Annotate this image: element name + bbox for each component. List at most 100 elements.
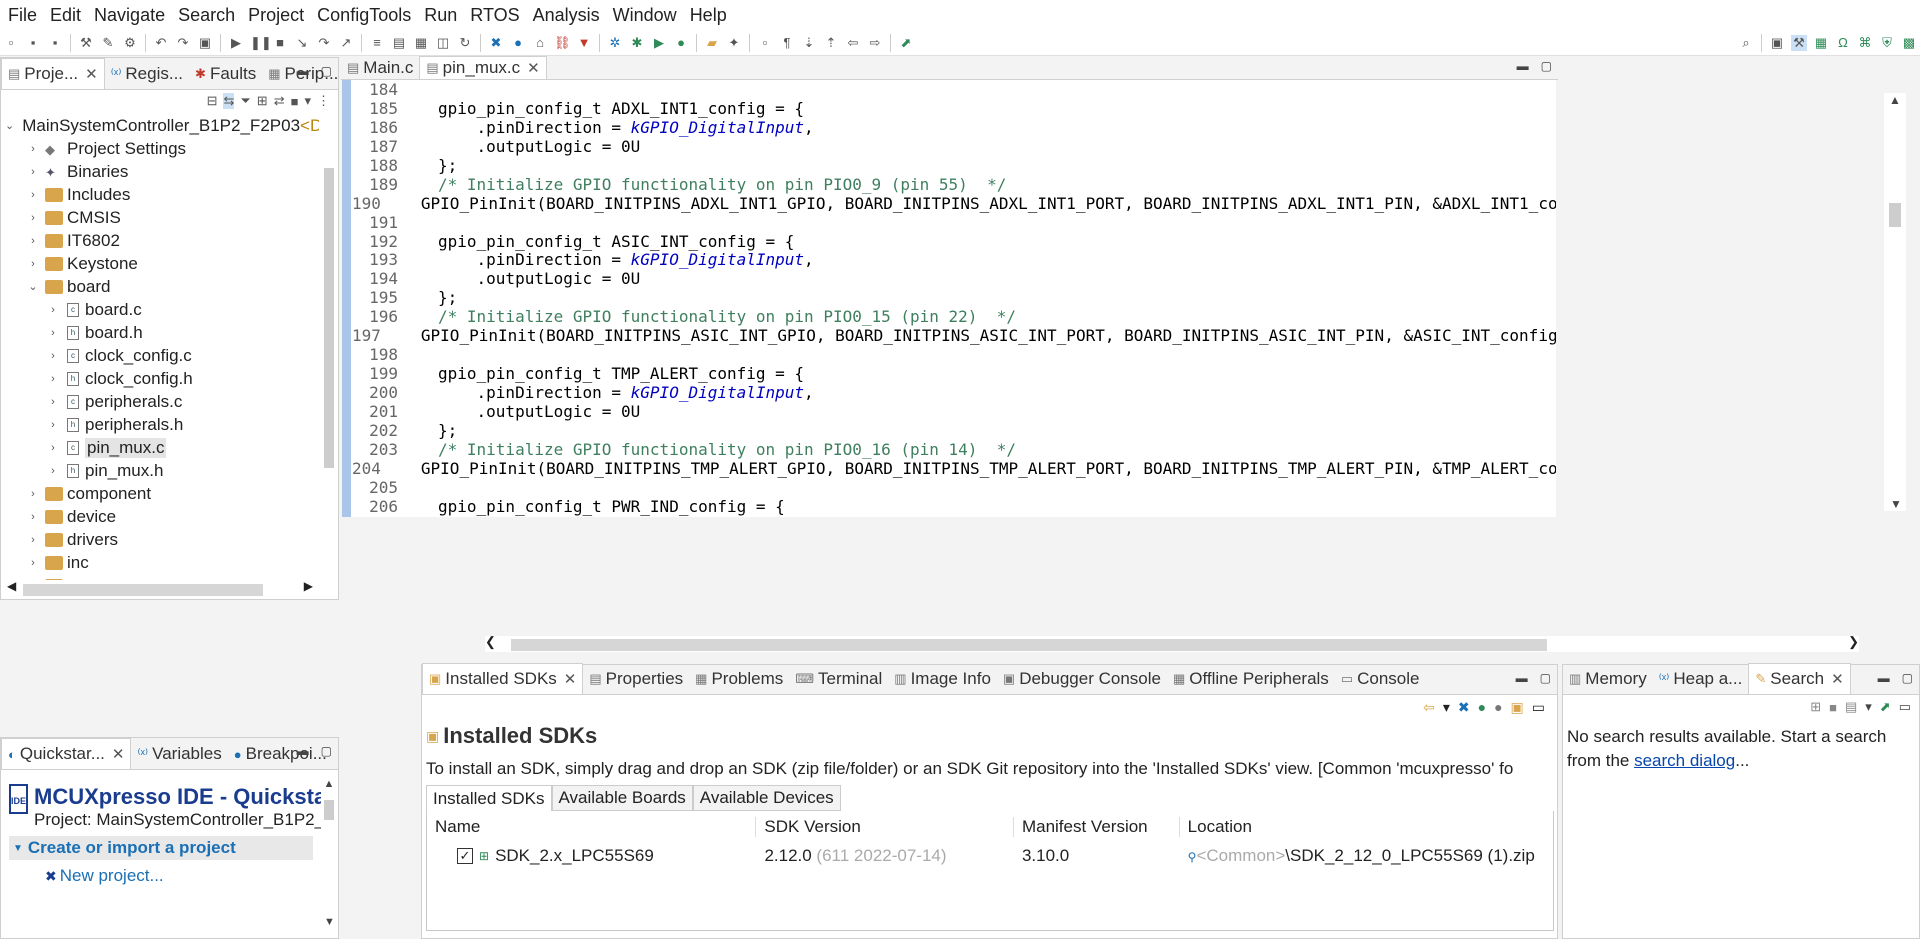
menu-window[interactable]: Window bbox=[608, 5, 682, 26]
collapse-all-icon[interactable]: ⊟ bbox=[207, 93, 218, 109]
tree-item[interactable]: › inc bbox=[1, 551, 319, 574]
table-row[interactable]: ✓ ⊞ SDK_2.x_LPC55S69 2.12.0 (611 2022-07-14… bbox=[427, 843, 1553, 869]
save-all-icon[interactable]: ▪ bbox=[47, 35, 63, 51]
prev-annotation-icon[interactable]: ⇡ bbox=[823, 35, 839, 51]
dropdown-icon[interactable]: ▾ bbox=[1865, 699, 1872, 715]
chevron-right-icon[interactable]: › bbox=[45, 350, 61, 362]
chevron-right-icon[interactable]: › bbox=[25, 580, 41, 581]
chevron-down-icon[interactable]: ⌄ bbox=[5, 119, 14, 132]
tab-properties[interactable]: ▤ Properties bbox=[583, 664, 689, 694]
tab-problems[interactable]: ▦ Problems bbox=[689, 664, 789, 694]
forward-icon[interactable]: ⇨ bbox=[867, 35, 883, 51]
expand-icon[interactable]: ⊞ bbox=[1810, 699, 1821, 715]
bookmark-icon[interactable]: ▼ bbox=[576, 35, 592, 51]
sync-icon[interactable]: ⇄ bbox=[274, 93, 285, 109]
close-icon[interactable]: ✕ bbox=[527, 59, 540, 77]
tab-faults[interactable]: ✱ Faults bbox=[189, 59, 262, 89]
chevron-right-icon[interactable]: › bbox=[25, 258, 41, 270]
quickstart-vscrollbar[interactable]: ▲ ▼ bbox=[322, 778, 336, 928]
sdk-checkbox[interactable]: ✓ bbox=[457, 848, 473, 864]
close-icon[interactable]: ✕ bbox=[564, 670, 577, 688]
menu-file[interactable]: File bbox=[3, 5, 42, 26]
next-annotation-icon[interactable]: ⇣ bbox=[801, 35, 817, 51]
home-icon[interactable]: ⌂ bbox=[532, 35, 548, 51]
build-icon[interactable]: ⚒ bbox=[78, 35, 94, 51]
tree-item[interactable]: › Includes bbox=[1, 183, 319, 206]
bug-icon[interactable]: ✱ bbox=[629, 35, 645, 51]
close-icon[interactable]: ✕ bbox=[112, 745, 125, 763]
step-into-icon[interactable]: ↘ bbox=[294, 35, 310, 51]
dropdown-icon[interactable]: ▾ bbox=[1443, 699, 1450, 716]
chevron-right-icon[interactable]: › bbox=[45, 373, 61, 385]
external-tools-icon[interactable]: ● bbox=[673, 35, 689, 51]
link-icon[interactable]: ⛓ bbox=[554, 35, 571, 51]
external-link-icon[interactable]: ⬈ bbox=[898, 35, 914, 51]
refresh-icon[interactable]: ● bbox=[1494, 699, 1502, 715]
create-import-section[interactable]: ▼ Create or import a project bbox=[9, 836, 313, 860]
chevron-right-icon[interactable]: › bbox=[25, 212, 41, 224]
new-project-link[interactable]: ✖ New project... bbox=[9, 866, 313, 886]
step-return-icon[interactable]: ↗ bbox=[338, 35, 354, 51]
terminate-icon[interactable]: ■ bbox=[272, 35, 288, 51]
chevron-right-icon[interactable]: › bbox=[25, 143, 41, 155]
pin-icon[interactable]: ⬈ bbox=[1880, 699, 1891, 715]
tree-vscrollbar[interactable] bbox=[322, 168, 336, 578]
tree-item[interactable]: › h peripherals.h bbox=[1, 413, 319, 436]
clock-tool-icon[interactable]: ⌘ bbox=[1857, 35, 1873, 51]
back-icon[interactable]: ⇦ bbox=[845, 35, 861, 51]
minimize-icon[interactable]: ▬ bbox=[1878, 671, 1890, 685]
chevron-right-icon[interactable]: › bbox=[45, 442, 61, 454]
subtab-available-boards[interactable]: Available Boards bbox=[551, 785, 693, 811]
tab-registers[interactable]: ⁽ˣ⁾ Regis... bbox=[105, 59, 189, 89]
tree-item[interactable]: › ◆ Project Settings bbox=[1, 137, 319, 160]
menu-navigate[interactable]: Navigate bbox=[89, 5, 170, 26]
register-icon[interactable]: ▦ bbox=[413, 35, 429, 51]
minimize-icon[interactable]: ▬ bbox=[297, 744, 309, 758]
chevron-right-icon[interactable]: › bbox=[25, 557, 41, 569]
tab-image-info[interactable]: ▥ Image Info bbox=[888, 664, 997, 694]
editor-vscrollbar[interactable]: ▲ ▼ bbox=[1884, 93, 1906, 511]
instruction-step-icon[interactable]: ≡ bbox=[369, 35, 385, 51]
tab-installed-sdks[interactable]: ▣ Installed SDKs ✕ bbox=[422, 663, 584, 694]
minimize-icon[interactable]: ▬ bbox=[1516, 671, 1528, 685]
tab-variables[interactable]: ⁽ˣ⁾ Variables bbox=[131, 739, 227, 769]
open-folder-icon[interactable]: ▰ bbox=[704, 35, 720, 51]
tree-item[interactable]: › component bbox=[1, 482, 319, 505]
menu-configtools[interactable]: ConfigTools bbox=[312, 5, 416, 26]
chevron-right-icon[interactable]: › bbox=[45, 304, 61, 316]
layout-icon[interactable]: ⊞ bbox=[257, 93, 268, 109]
stop-icon[interactable]: ■ bbox=[291, 94, 299, 109]
chip-icon[interactable]: ▦ bbox=[1813, 35, 1829, 51]
debug-icon[interactable]: ▣ bbox=[197, 35, 213, 51]
view-menu-icon[interactable]: ▭ bbox=[1899, 699, 1911, 715]
gear-icon[interactable]: ✲ bbox=[607, 35, 623, 51]
pins-icon[interactable]: Ω bbox=[1835, 35, 1851, 51]
tree-item[interactable]: › c clock_config.c bbox=[1, 344, 319, 367]
tree-item[interactable]: › source bbox=[1, 574, 319, 580]
menu-search[interactable]: Search bbox=[173, 5, 240, 26]
column-header[interactable]: SDK Version bbox=[756, 817, 1014, 837]
tree-item[interactable]: › h pin_mux.h bbox=[1, 459, 319, 482]
tab-memory[interactable]: ▥ Memory bbox=[1563, 664, 1653, 694]
filter-icon[interactable]: ⏷ bbox=[240, 93, 250, 109]
tab-search[interactable]: ✎ Search ✕ bbox=[1748, 663, 1851, 694]
close-icon[interactable]: ✕ bbox=[85, 65, 98, 83]
editor-hscrollbar[interactable]: ❮ ❯ bbox=[485, 634, 1859, 652]
tab-terminal[interactable]: ⌨ Terminal bbox=[789, 664, 888, 694]
peripherals-tool-icon[interactable]: ▩ bbox=[1901, 35, 1917, 51]
redo-icon[interactable]: ↷ bbox=[175, 35, 191, 51]
tab-project-explorer[interactable]: ▤ Proje... ✕ bbox=[1, 58, 105, 89]
menu-rtos[interactable]: RTOS bbox=[465, 5, 524, 26]
tree-hscrollbar[interactable]: ◀ ▶ bbox=[1, 579, 319, 597]
run-icon[interactable]: ▶ bbox=[651, 35, 667, 51]
tree-item[interactable]: › CMSIS bbox=[1, 206, 319, 229]
menu-project[interactable]: Project bbox=[243, 5, 309, 26]
resume-icon[interactable]: ▶ bbox=[228, 35, 244, 51]
tab-offline-peripherals[interactable]: ▦ Offline Peripherals bbox=[1167, 664, 1335, 694]
tree-item[interactable]: › h clock_config.h bbox=[1, 367, 319, 390]
chevron-right-icon[interactable]: › bbox=[25, 511, 41, 523]
minimize-icon[interactable]: ▬ bbox=[1517, 59, 1529, 73]
code-editor[interactable]: 184 185 gpio_pin_config_t ADXL_INT1_config… bbox=[342, 80, 1556, 517]
tree-item[interactable]: ⌄ MainSystemController_B1P2_F2P03 <Debu bbox=[1, 114, 319, 137]
info-icon[interactable]: ● bbox=[510, 35, 526, 51]
